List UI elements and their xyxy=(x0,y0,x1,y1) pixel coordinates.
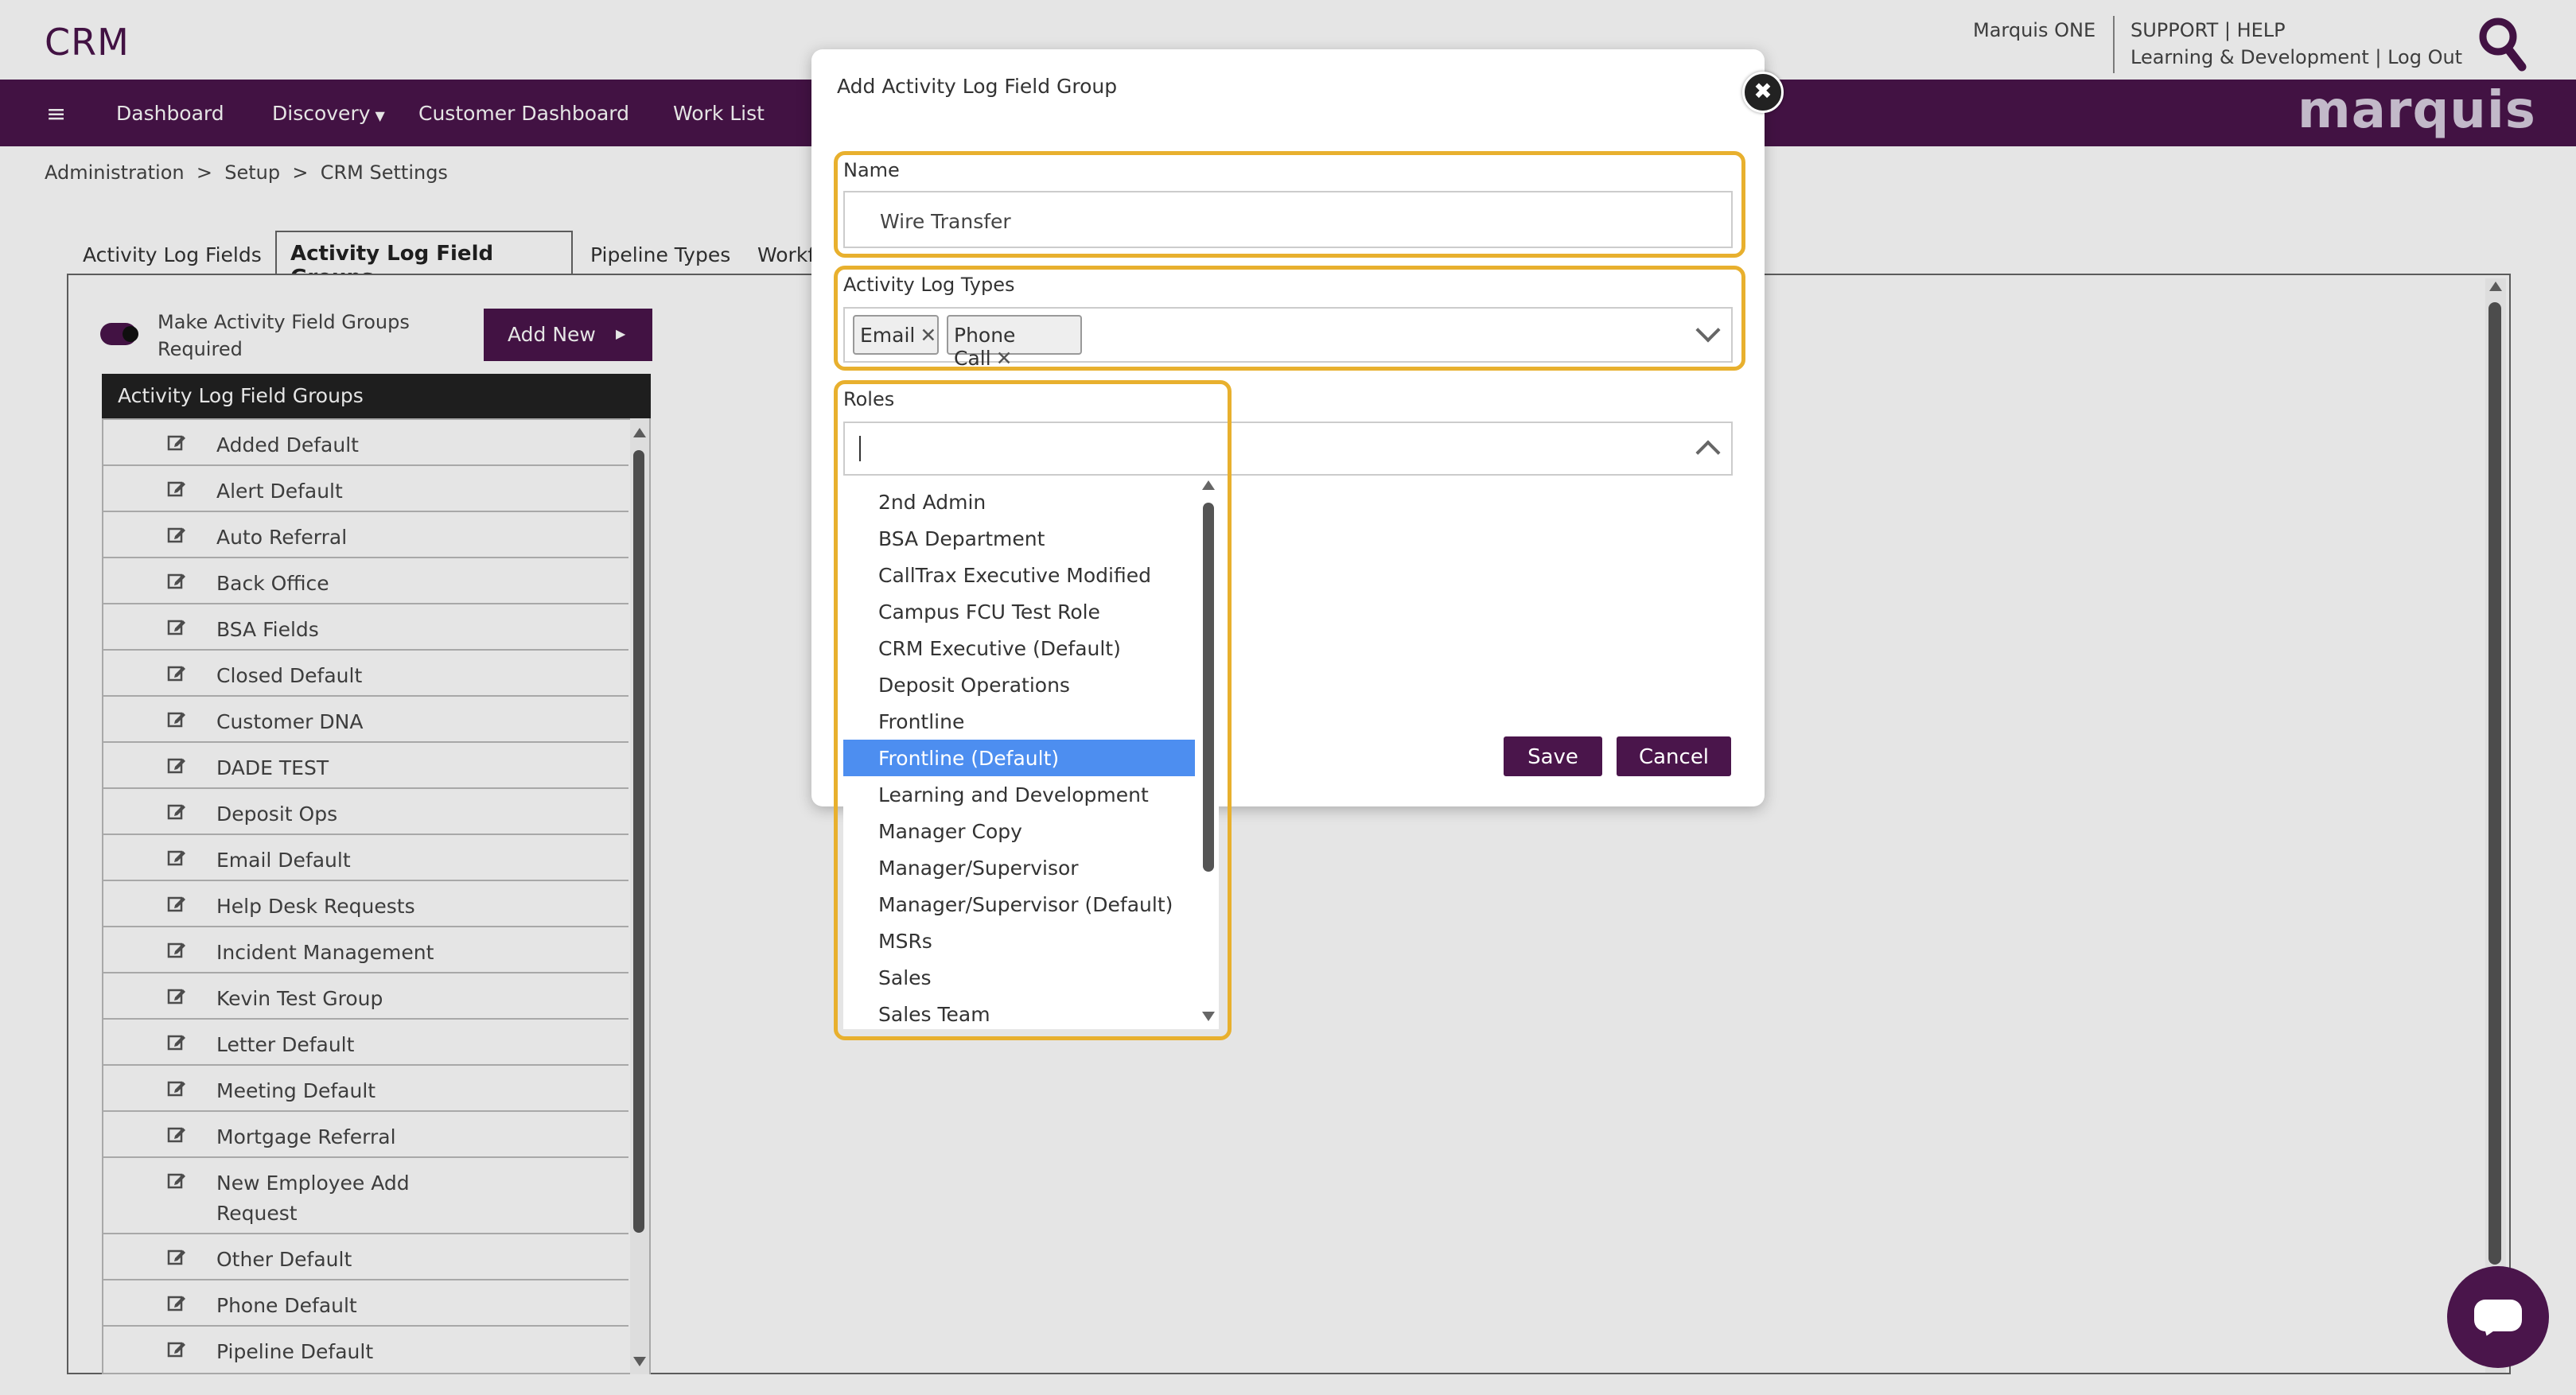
remove-tag-icon[interactable]: ✕ xyxy=(920,324,936,347)
tag-email[interactable]: Email ✕ xyxy=(853,315,939,355)
roles-label: Roles xyxy=(843,388,895,410)
save-button[interactable]: Save xyxy=(1504,736,1602,776)
close-button[interactable]: ✖ xyxy=(1742,72,1784,113)
tag-phone-call[interactable]: Phone Call ✕ xyxy=(947,315,1082,370)
tag-label: Email xyxy=(860,324,916,347)
types-label: Activity Log Types xyxy=(843,274,1015,296)
roles-field-highlight xyxy=(834,380,1232,1040)
remove-tag-icon[interactable]: ✕ xyxy=(996,347,1013,370)
cancel-button[interactable]: Cancel xyxy=(1617,736,1731,776)
name-label: Name xyxy=(843,159,900,181)
name-input[interactable]: Wire Transfer xyxy=(843,191,1733,248)
dialog-title: Add Activity Log Field Group xyxy=(837,75,1118,98)
